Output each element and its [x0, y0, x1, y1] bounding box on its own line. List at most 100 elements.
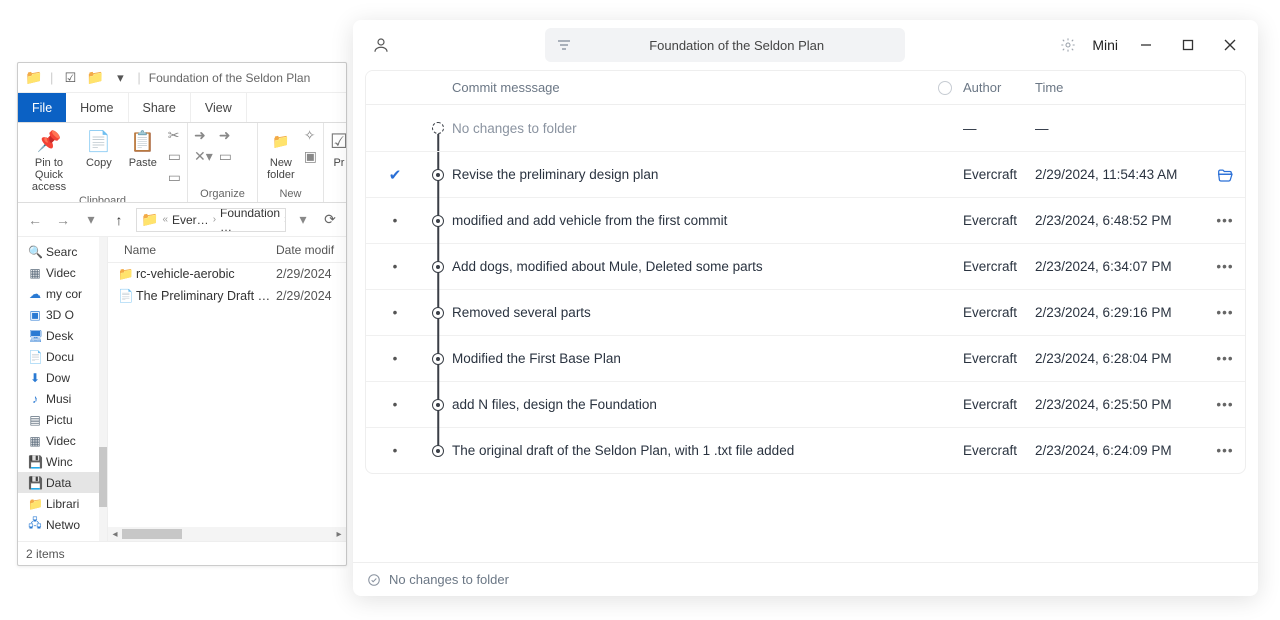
row-select-dot[interactable]: • — [366, 305, 424, 320]
scrollbar-horizontal[interactable]: ◂ ▸ — [108, 527, 346, 541]
pin-to-quick-access-button[interactable]: 📌 Pin to Quick access — [24, 127, 74, 193]
row-select-dot[interactable]: • — [366, 259, 424, 274]
delete-icon[interactable]: ✕▾ — [194, 148, 213, 165]
paste-button[interactable]: 📋 Paste — [124, 127, 162, 169]
project-picker[interactable]: Foundation of the Seldon Plan — [545, 28, 905, 62]
breadcrumb-seg[interactable]: Foundation … — [220, 208, 280, 232]
tree-item[interactable]: ♪Musi — [18, 388, 107, 409]
scroll-left-icon[interactable]: ◂ — [108, 529, 122, 540]
rename-icon[interactable]: ▭ — [219, 148, 232, 165]
commit-message: Modified the First Base Plan — [452, 351, 927, 366]
nav-tree[interactable]: 🔍Searc▦Videc☁my cor▣3D O🖥Desk📄Docu⬇Dow♪M… — [18, 237, 108, 541]
row-more-button[interactable]: ••• — [1216, 213, 1233, 228]
col-name[interactable]: Name — [108, 243, 276, 257]
col-select-all[interactable] — [927, 81, 963, 95]
commit-row[interactable]: No changes to folder—— — [366, 105, 1245, 151]
tree-item[interactable]: ▣3D O — [18, 304, 107, 325]
nav-back-button[interactable]: ← — [24, 209, 46, 231]
tab-home[interactable]: Home — [66, 93, 128, 122]
qat-button[interactable]: ☑ — [61, 69, 79, 87]
commit-row[interactable]: • Modified the First Base PlanEvercraft2… — [366, 335, 1245, 381]
cut-icon[interactable]: ✂ — [168, 127, 181, 144]
copy-button[interactable]: 📄 Copy — [80, 127, 118, 169]
commit-row[interactable]: • add N files, design the FoundationEver… — [366, 381, 1245, 427]
file-row[interactable]: 📄The Preliminary Draft of…2/29/2024 — [108, 285, 346, 307]
breadcrumb[interactable]: 📁 « Ever… › Foundation … › — [136, 208, 286, 232]
row-select-dot[interactable]: • — [366, 397, 424, 412]
commit-row[interactable]: ✔ Revise the preliminary design planEver… — [366, 151, 1245, 197]
nav-up-button[interactable]: ↑ — [108, 209, 130, 231]
tree-item[interactable]: 🖧Netwo — [18, 514, 107, 535]
breadcrumb-seg[interactable]: Ever… — [172, 213, 209, 227]
commit-row[interactable]: • Add dogs, modified about Mule, Deleted… — [366, 243, 1245, 289]
close-button[interactable] — [1216, 31, 1244, 59]
pin-icon: 📌 — [37, 127, 62, 155]
tree-item[interactable]: ▦Videc — [18, 262, 107, 283]
tab-view[interactable]: View — [191, 93, 247, 122]
folder-icon: 📁 — [87, 70, 103, 86]
tree-item[interactable]: ▦Videc — [18, 430, 107, 451]
chevron-right-icon: › — [213, 214, 216, 225]
tree-item[interactable]: 📁Librari — [18, 493, 107, 514]
tree-item-icon: 💾 — [28, 455, 42, 469]
chevron-left-icon[interactable]: « — [162, 214, 168, 225]
mini-label[interactable]: Mini — [1092, 37, 1118, 53]
row-more-button[interactable]: ••• — [1216, 397, 1233, 412]
maximize-button[interactable] — [1174, 31, 1202, 59]
row-select-dot[interactable]: • — [366, 351, 424, 366]
scrollbar-thumb[interactable] — [99, 447, 107, 507]
tab-file[interactable]: File — [18, 93, 66, 122]
open-folder-button[interactable] — [1216, 168, 1234, 182]
row-more-button[interactable]: ••• — [1216, 443, 1233, 458]
file-list-header[interactable]: Name Date modif — [108, 237, 346, 263]
col-commit-message[interactable]: Commit messsage — [452, 80, 927, 95]
qat-dropdown-icon[interactable]: ▾ — [111, 69, 129, 87]
row-select-dot[interactable]: • — [366, 443, 424, 458]
easy-access-icon[interactable]: ▣ — [304, 148, 317, 165]
tree-item[interactable]: 💾Data — [18, 472, 107, 493]
row-more-button[interactable]: ••• — [1216, 259, 1233, 274]
commit-row[interactable]: • The original draft of the Seldon Plan,… — [366, 427, 1245, 473]
tree-item[interactable]: 🔍Searc — [18, 241, 107, 262]
row-more-button[interactable]: ••• — [1216, 351, 1233, 366]
row-more-button[interactable]: ••• — [1216, 305, 1233, 320]
commit-time: — — [1035, 121, 1205, 136]
col-date[interactable]: Date modif — [276, 243, 346, 257]
tree-item-label: Desk — [46, 329, 73, 343]
new-item-icon[interactable]: ✧ — [304, 127, 317, 144]
col-author[interactable]: Author — [963, 80, 1035, 95]
properties-button[interactable]: ☑ Pr — [330, 127, 346, 169]
row-select-dot[interactable]: • — [366, 213, 424, 228]
nav-recent-icon[interactable]: ▾ — [80, 209, 102, 231]
tab-share[interactable]: Share — [129, 93, 191, 122]
tree-item[interactable]: 💾Winc — [18, 451, 107, 472]
copy-to-icon[interactable]: ➜ — [219, 127, 232, 144]
tree-item[interactable]: ⬇Dow — [18, 367, 107, 388]
tree-item[interactable]: 🖥Desk — [18, 325, 107, 346]
vc-status-text: No changes to folder — [389, 572, 509, 587]
user-avatar-button[interactable] — [367, 31, 395, 59]
file-row[interactable]: 📁rc-vehicle-aerobic2/29/2024 — [108, 263, 346, 285]
scrollbar-thumb[interactable] — [122, 529, 182, 539]
copy-path-icon[interactable]: ▭ — [168, 148, 181, 165]
explorer-titlebar[interactable]: 📁 | ☑ 📁 ▾ | Foundation of the Seldon Pla… — [18, 63, 346, 93]
refresh-button[interactable]: ⟳ — [320, 209, 340, 231]
nav-forward-button[interactable]: → — [52, 209, 74, 231]
project-title: Foundation of the Seldon Plan — [581, 38, 893, 53]
paste-shortcut-icon[interactable]: ▭ — [168, 169, 181, 186]
minimize-button[interactable] — [1132, 31, 1160, 59]
move-to-icon[interactable]: ➜ — [194, 127, 213, 144]
col-time[interactable]: Time — [1035, 80, 1205, 95]
version-control-window: Foundation of the Seldon Plan Mini Commi… — [353, 20, 1258, 596]
scroll-right-icon[interactable]: ▸ — [332, 529, 346, 540]
tree-item[interactable]: ▤Pictu — [18, 409, 107, 430]
settings-button[interactable] — [1054, 31, 1082, 59]
commit-row[interactable]: • Removed several partsEvercraft2/23/202… — [366, 289, 1245, 335]
commit-row[interactable]: • modified and add vehicle from the firs… — [366, 197, 1245, 243]
new-folder-button[interactable]: 📁 New folder — [264, 127, 298, 181]
tree-item[interactable]: ☁my cor — [18, 283, 107, 304]
address-dropdown-icon[interactable]: ▾ — [292, 209, 314, 231]
row-selected-check-icon[interactable]: ✔ — [366, 166, 424, 184]
tree-item[interactable]: 📄Docu — [18, 346, 107, 367]
scrollbar-vertical[interactable] — [99, 237, 107, 541]
